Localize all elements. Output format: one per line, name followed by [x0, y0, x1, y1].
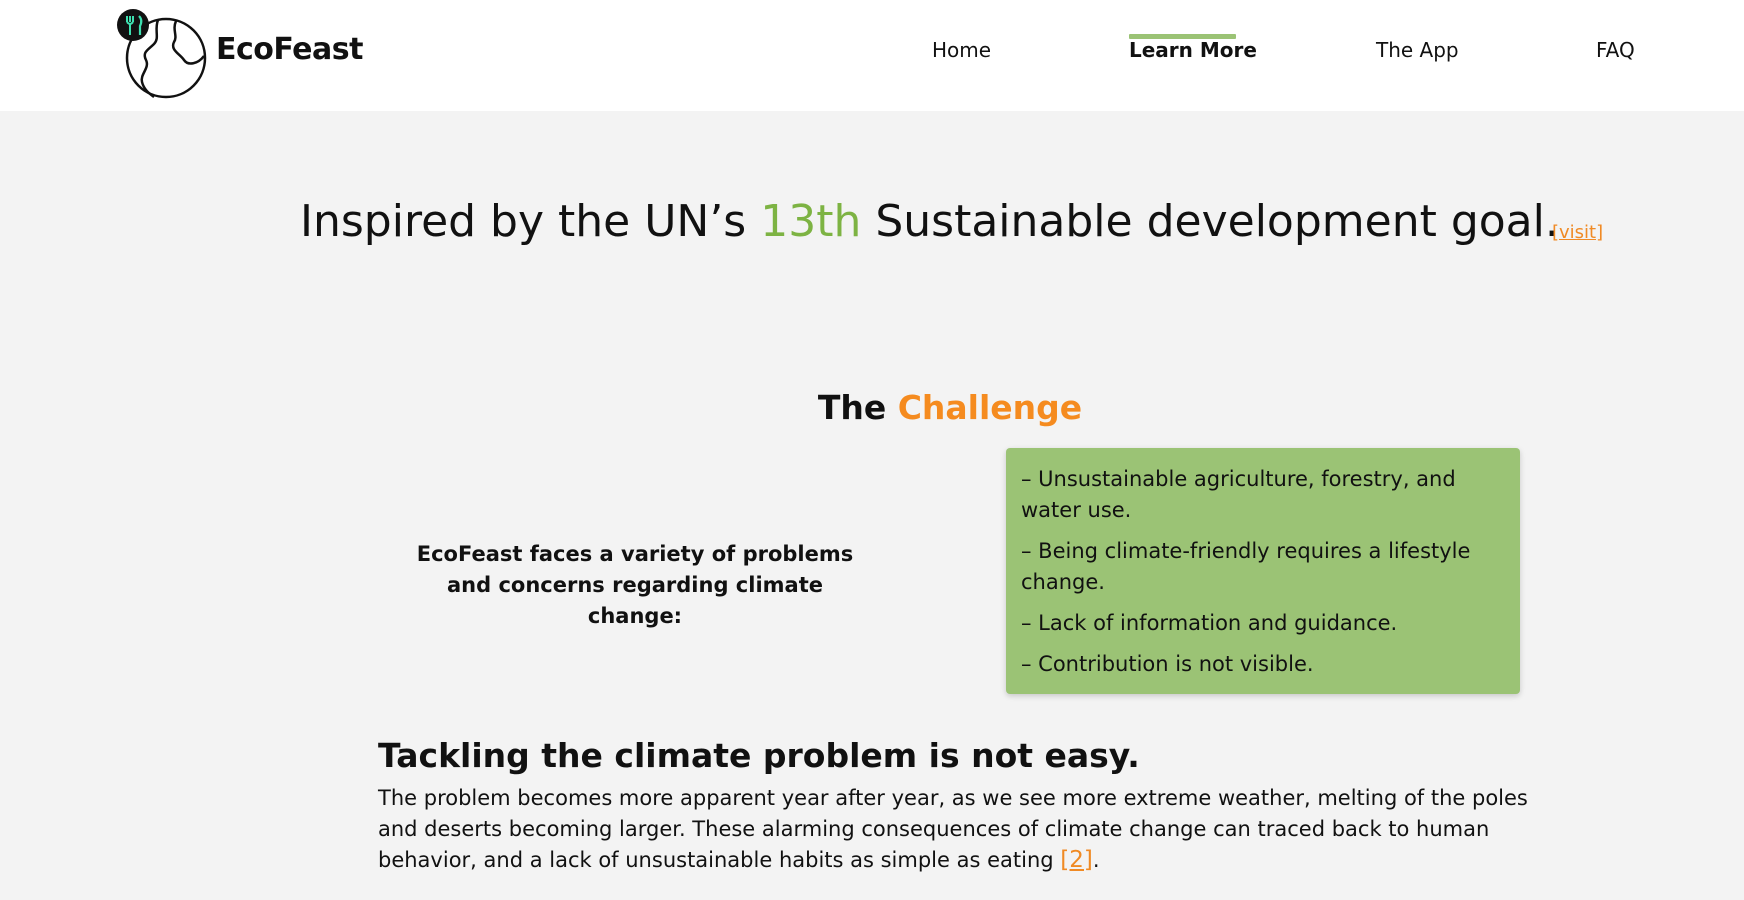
hero-text-end: Sustainable development goal. — [861, 196, 1559, 247]
hero-text-start: Inspired by the UN’s — [300, 196, 761, 247]
visit-link[interactable]: [visit] — [1552, 222, 1603, 243]
challenge-title-highlight: Challenge — [897, 388, 1083, 427]
hero-highlight: 13th — [760, 196, 862, 247]
hero-heading: Inspired by the UN’s 13th Sustainable de… — [300, 196, 1559, 247]
challenge-item: – Unsustainable agriculture, forestry, a… — [1021, 467, 1456, 522]
challenge-title-plain: The — [817, 388, 898, 427]
challenge-heading: The Challenge — [0, 388, 1744, 427]
tackle-body-end: . — [1092, 848, 1100, 872]
challenge-item: – Lack of information and guidance. — [1021, 611, 1398, 635]
tackle-paragraph: The problem becomes more apparent year a… — [378, 783, 1538, 876]
tackle-heading: Tackling the climate problem is not easy… — [378, 736, 1140, 775]
nav-home[interactable]: Home — [932, 38, 991, 62]
reference-link[interactable]: [2] — [1060, 847, 1093, 873]
nav-learn-more[interactable]: Learn More — [1129, 38, 1257, 62]
brand-name[interactable]: EcoFeast — [216, 32, 363, 67]
challenge-list-box: – Unsustainable agriculture, forestry, a… — [1006, 448, 1520, 694]
ecofeast-logo-icon[interactable] — [114, 8, 210, 100]
challenge-item: – Being climate-friendly requires a life… — [1021, 539, 1471, 594]
nav-the-app[interactable]: The App — [1376, 38, 1459, 62]
challenge-intro: EcoFeast faces a variety of problems and… — [416, 542, 854, 628]
challenge-item: – Contribution is not visible. — [1021, 652, 1314, 676]
tackle-body-text: The problem becomes more apparent year a… — [378, 786, 1528, 872]
site-header: EcoFeast Home Learn More The App FAQ — [0, 0, 1744, 111]
nav-faq[interactable]: FAQ — [1596, 38, 1635, 62]
